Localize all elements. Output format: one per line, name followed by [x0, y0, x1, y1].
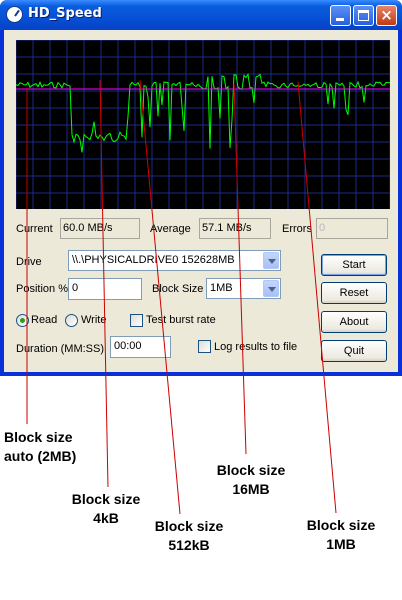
annotation-4kb-text: Block size 4kB: [71, 491, 141, 526]
annotation-line-1mb: [297, 81, 337, 514]
annotation-line-512kb: [139, 79, 181, 515]
annotation-4kb: Block size 4kB: [60, 490, 152, 528]
annotation-line-4kb: [99, 79, 109, 488]
annotation-auto: Block size auto (2MB): [4, 428, 94, 466]
annotation-16mb-text: Block size 16MB: [216, 462, 286, 497]
annotation-512kb-text: Block size 512kB: [154, 518, 224, 553]
annotation-auto-text: Block size auto (2MB): [4, 429, 77, 464]
annotation-1mb-text: Block size 1MB: [306, 517, 376, 552]
annotation-1mb: Block size 1MB: [296, 516, 386, 554]
annotation-512kb: Block size 512kB: [144, 517, 234, 555]
annotation-line-16mb: [233, 83, 247, 455]
annotation-16mb: Block size 16MB: [206, 461, 296, 499]
